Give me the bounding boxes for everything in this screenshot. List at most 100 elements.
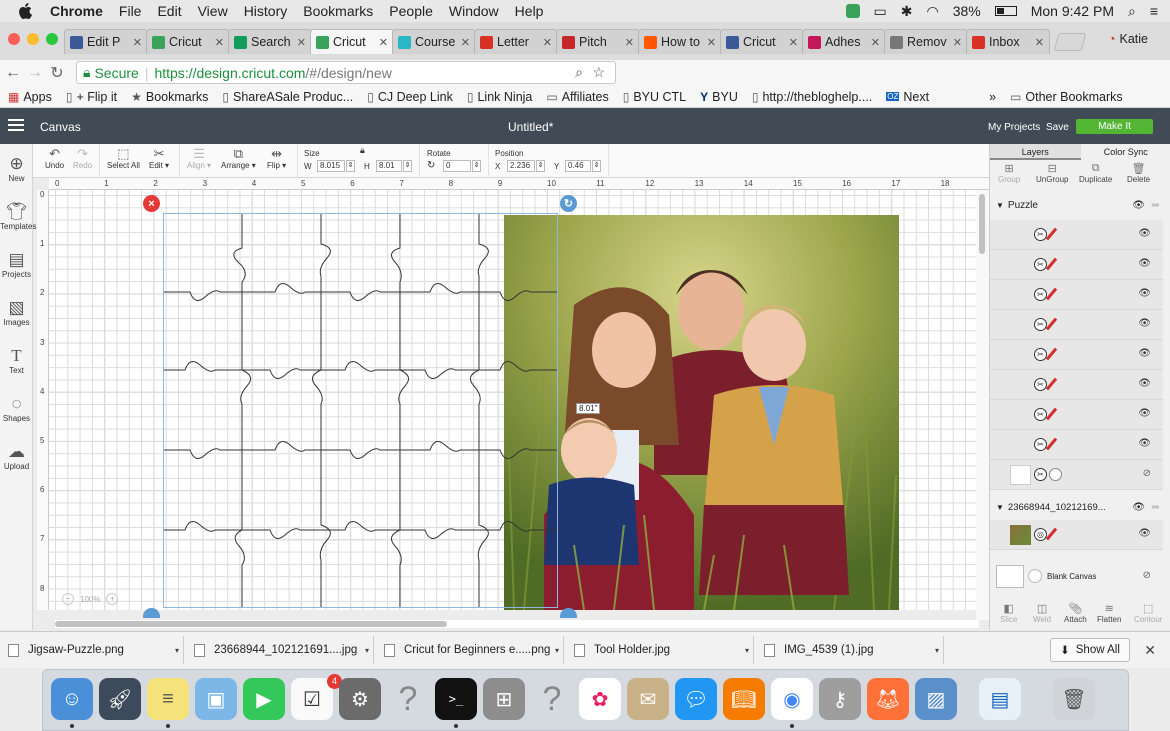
menu-view[interactable]: View bbox=[198, 3, 228, 19]
text-tool[interactable]: T Text bbox=[0, 346, 33, 375]
eye-icon[interactable]: 👁︎ bbox=[1138, 528, 1151, 539]
weld-button[interactable]: ◫ Weld bbox=[1033, 602, 1051, 624]
arrange-dropdown[interactable]: ⧉ Arrange ▾ bbox=[221, 146, 256, 170]
calculator-icon[interactable]: ⊞ bbox=[483, 678, 525, 720]
chevron-down-icon[interactable]: ▾ bbox=[935, 646, 939, 655]
eye-icon[interactable]: 👁︎ bbox=[1138, 378, 1151, 389]
chevron-down-icon[interactable]: ▾ bbox=[175, 646, 179, 655]
layer-puzzle-piece[interactable]: ✂ 👁︎ bbox=[990, 220, 1163, 250]
menu-bookmarks[interactable]: Bookmarks bbox=[303, 3, 373, 19]
bookmark-star-icon[interactable]: ☆ bbox=[592, 64, 605, 81]
clock[interactable]: Mon 9:42 PM bbox=[1031, 3, 1114, 19]
chevron-down-icon[interactable]: ▾ bbox=[365, 646, 369, 655]
undo-button[interactable]: ↶ Undo bbox=[45, 146, 64, 170]
close-tab-icon[interactable]: ✕ bbox=[543, 36, 552, 49]
bookmark-bookmarks[interactable]: ★ Bookmarks bbox=[131, 90, 208, 104]
menu-history[interactable]: History bbox=[244, 3, 288, 19]
drag-handle-icon[interactable]: ═ bbox=[1152, 502, 1159, 513]
close-tab-icon[interactable]: ✕ bbox=[871, 36, 880, 49]
menu-help[interactable]: Help bbox=[515, 3, 544, 19]
zoom-in-icon[interactable]: + bbox=[106, 593, 119, 605]
align-dropdown[interactable]: ☰ Align ▾ bbox=[187, 146, 211, 170]
rotate-stepper[interactable]: ⇕ bbox=[472, 160, 481, 172]
images-tool[interactable]: ▧ Images bbox=[0, 298, 33, 327]
system-preferences-icon[interactable]: ⚙ bbox=[339, 678, 381, 720]
rotate-input[interactable]: 0 bbox=[443, 160, 471, 172]
layer-puzzle-piece[interactable]: ✂ 👁︎ bbox=[990, 310, 1163, 340]
ungroup-button[interactable]: ⊟ UnGroup bbox=[1036, 162, 1068, 184]
zoom-lens-icon[interactable]: ⌕ bbox=[575, 64, 583, 81]
duplicate-button[interactable]: ⧉ Duplicate bbox=[1079, 162, 1112, 184]
x-stepper[interactable]: ⇕ bbox=[536, 160, 545, 172]
redo-button[interactable]: ↷ Redo bbox=[73, 146, 92, 170]
new-tool[interactable]: ⊕ New bbox=[0, 154, 33, 183]
shapes-tool[interactable]: ◌ Shapes bbox=[0, 394, 33, 423]
cut-icon[interactable]: ✂ bbox=[1034, 408, 1047, 421]
close-tab-icon[interactable]: ✕ bbox=[215, 36, 224, 49]
firefox-icon[interactable]: 🦊︎ bbox=[867, 678, 909, 720]
cut-icon[interactable]: ✂ bbox=[1034, 258, 1047, 271]
forward-arrow-icon[interactable]: → bbox=[26, 64, 44, 82]
wifi-icon[interactable]: ◠ bbox=[926, 3, 938, 20]
browser-tab[interactable]: Cricut ✕ bbox=[310, 29, 394, 54]
color-circle[interactable] bbox=[1049, 468, 1062, 481]
edit-dropdown[interactable]: ✂ Edit ▾ bbox=[149, 146, 169, 170]
bookmark-byu[interactable]: Y BYU bbox=[700, 90, 738, 104]
layer-white-shape[interactable]: ✂ ⊘ bbox=[990, 460, 1163, 490]
unknown-app-icon[interactable]: ? bbox=[387, 678, 429, 720]
cut-icon[interactable]: ✂ bbox=[1034, 378, 1047, 391]
bookmark-apps[interactable]: ▦ Apps bbox=[8, 90, 52, 104]
menu-file[interactable]: File bbox=[119, 3, 142, 19]
layer-puzzle-piece[interactable]: ✂ 👁︎ bbox=[990, 280, 1163, 310]
layer-puzzle-piece[interactable]: ✂ 👁︎ bbox=[990, 370, 1163, 400]
browser-tab[interactable]: Course ✕ bbox=[392, 29, 476, 54]
canvas-color-circle[interactable] bbox=[1028, 569, 1042, 583]
layer-puzzle-piece[interactable]: ✂ 👁︎ bbox=[990, 430, 1163, 460]
menu-edit[interactable]: Edit bbox=[157, 3, 181, 19]
close-tab-icon[interactable]: ✕ bbox=[133, 36, 142, 49]
attach-button[interactable]: 📎︎ Attach bbox=[1064, 602, 1087, 624]
y-stepper[interactable]: ⇕ bbox=[592, 160, 601, 172]
tab-layers[interactable]: Layers bbox=[990, 144, 1081, 160]
minimize-window-button[interactable] bbox=[27, 33, 39, 45]
delete-button[interactable]: 🗑︎ Delete bbox=[1127, 162, 1150, 184]
close-tab-icon[interactable]: ✕ bbox=[297, 36, 306, 49]
bookmark-next[interactable]: OZ Next bbox=[886, 90, 929, 104]
save-button[interactable]: Save bbox=[1046, 122, 1069, 133]
width-stepper[interactable]: ⇕ bbox=[346, 160, 355, 172]
make-it-button[interactable]: Make It bbox=[1076, 119, 1153, 134]
reload-icon[interactable]: ↻ bbox=[48, 63, 66, 83]
cut-icon[interactable]: ✂ bbox=[1034, 438, 1047, 451]
download-item[interactable]: Tool Holder.jpg ▾ bbox=[566, 636, 754, 664]
stamp-app-icon[interactable]: ✉ bbox=[627, 678, 669, 720]
templates-tool[interactable]: 👕︎ Templates bbox=[0, 202, 36, 231]
zoom-out-icon[interactable]: − bbox=[62, 593, 74, 605]
vertical-scrollbar[interactable] bbox=[976, 190, 989, 620]
profile-button[interactable]: ◔ Katie bbox=[1108, 32, 1148, 46]
height-stepper[interactable]: ⇕ bbox=[403, 160, 412, 172]
close-tab-icon[interactable]: ✕ bbox=[953, 36, 962, 49]
bookmark-link-ninja[interactable]: ▯ Link Ninja bbox=[467, 90, 533, 104]
finder-icon[interactable]: ☺ bbox=[51, 678, 93, 720]
unknown-app-icon[interactable]: ? bbox=[531, 678, 573, 720]
back-arrow-icon[interactable]: ← bbox=[4, 64, 22, 82]
cut-icon[interactable]: ✂ bbox=[1034, 468, 1047, 481]
y-position-input[interactable]: 0.46 bbox=[565, 160, 591, 172]
select-all-button[interactable]: ⬚ Select All bbox=[107, 146, 140, 170]
browser-tab[interactable]: Pitch ✕ bbox=[556, 29, 640, 54]
collapse-triangle-icon[interactable]: ▼ bbox=[996, 503, 1004, 512]
keychain-icon[interactable]: ⚷ bbox=[819, 678, 861, 720]
lock-handle-icon[interactable] bbox=[143, 608, 160, 618]
close-tab-icon[interactable]: ✕ bbox=[461, 36, 470, 49]
print-then-cut-icon[interactable]: ◎ bbox=[1034, 528, 1047, 541]
browser-tab[interactable]: Cricut ✕ bbox=[720, 29, 804, 54]
download-item[interactable]: Cricut for Beginners e.....png ▾ bbox=[376, 636, 564, 664]
blank-canvas-row[interactable]: Blank Canvas ⊘ bbox=[990, 562, 1163, 592]
flatten-button[interactable]: ≋ Flatten bbox=[1097, 602, 1121, 624]
close-window-button[interactable] bbox=[8, 33, 20, 45]
downloads-stack-icon[interactable]: ▤ bbox=[979, 678, 1021, 720]
spotlight-search-icon[interactable]: ⌕ bbox=[1128, 3, 1136, 20]
facetime-icon[interactable]: ▶ bbox=[243, 678, 285, 720]
maximize-window-button[interactable] bbox=[46, 33, 58, 45]
browser-tab[interactable]: Edit P ✕ bbox=[64, 29, 148, 54]
